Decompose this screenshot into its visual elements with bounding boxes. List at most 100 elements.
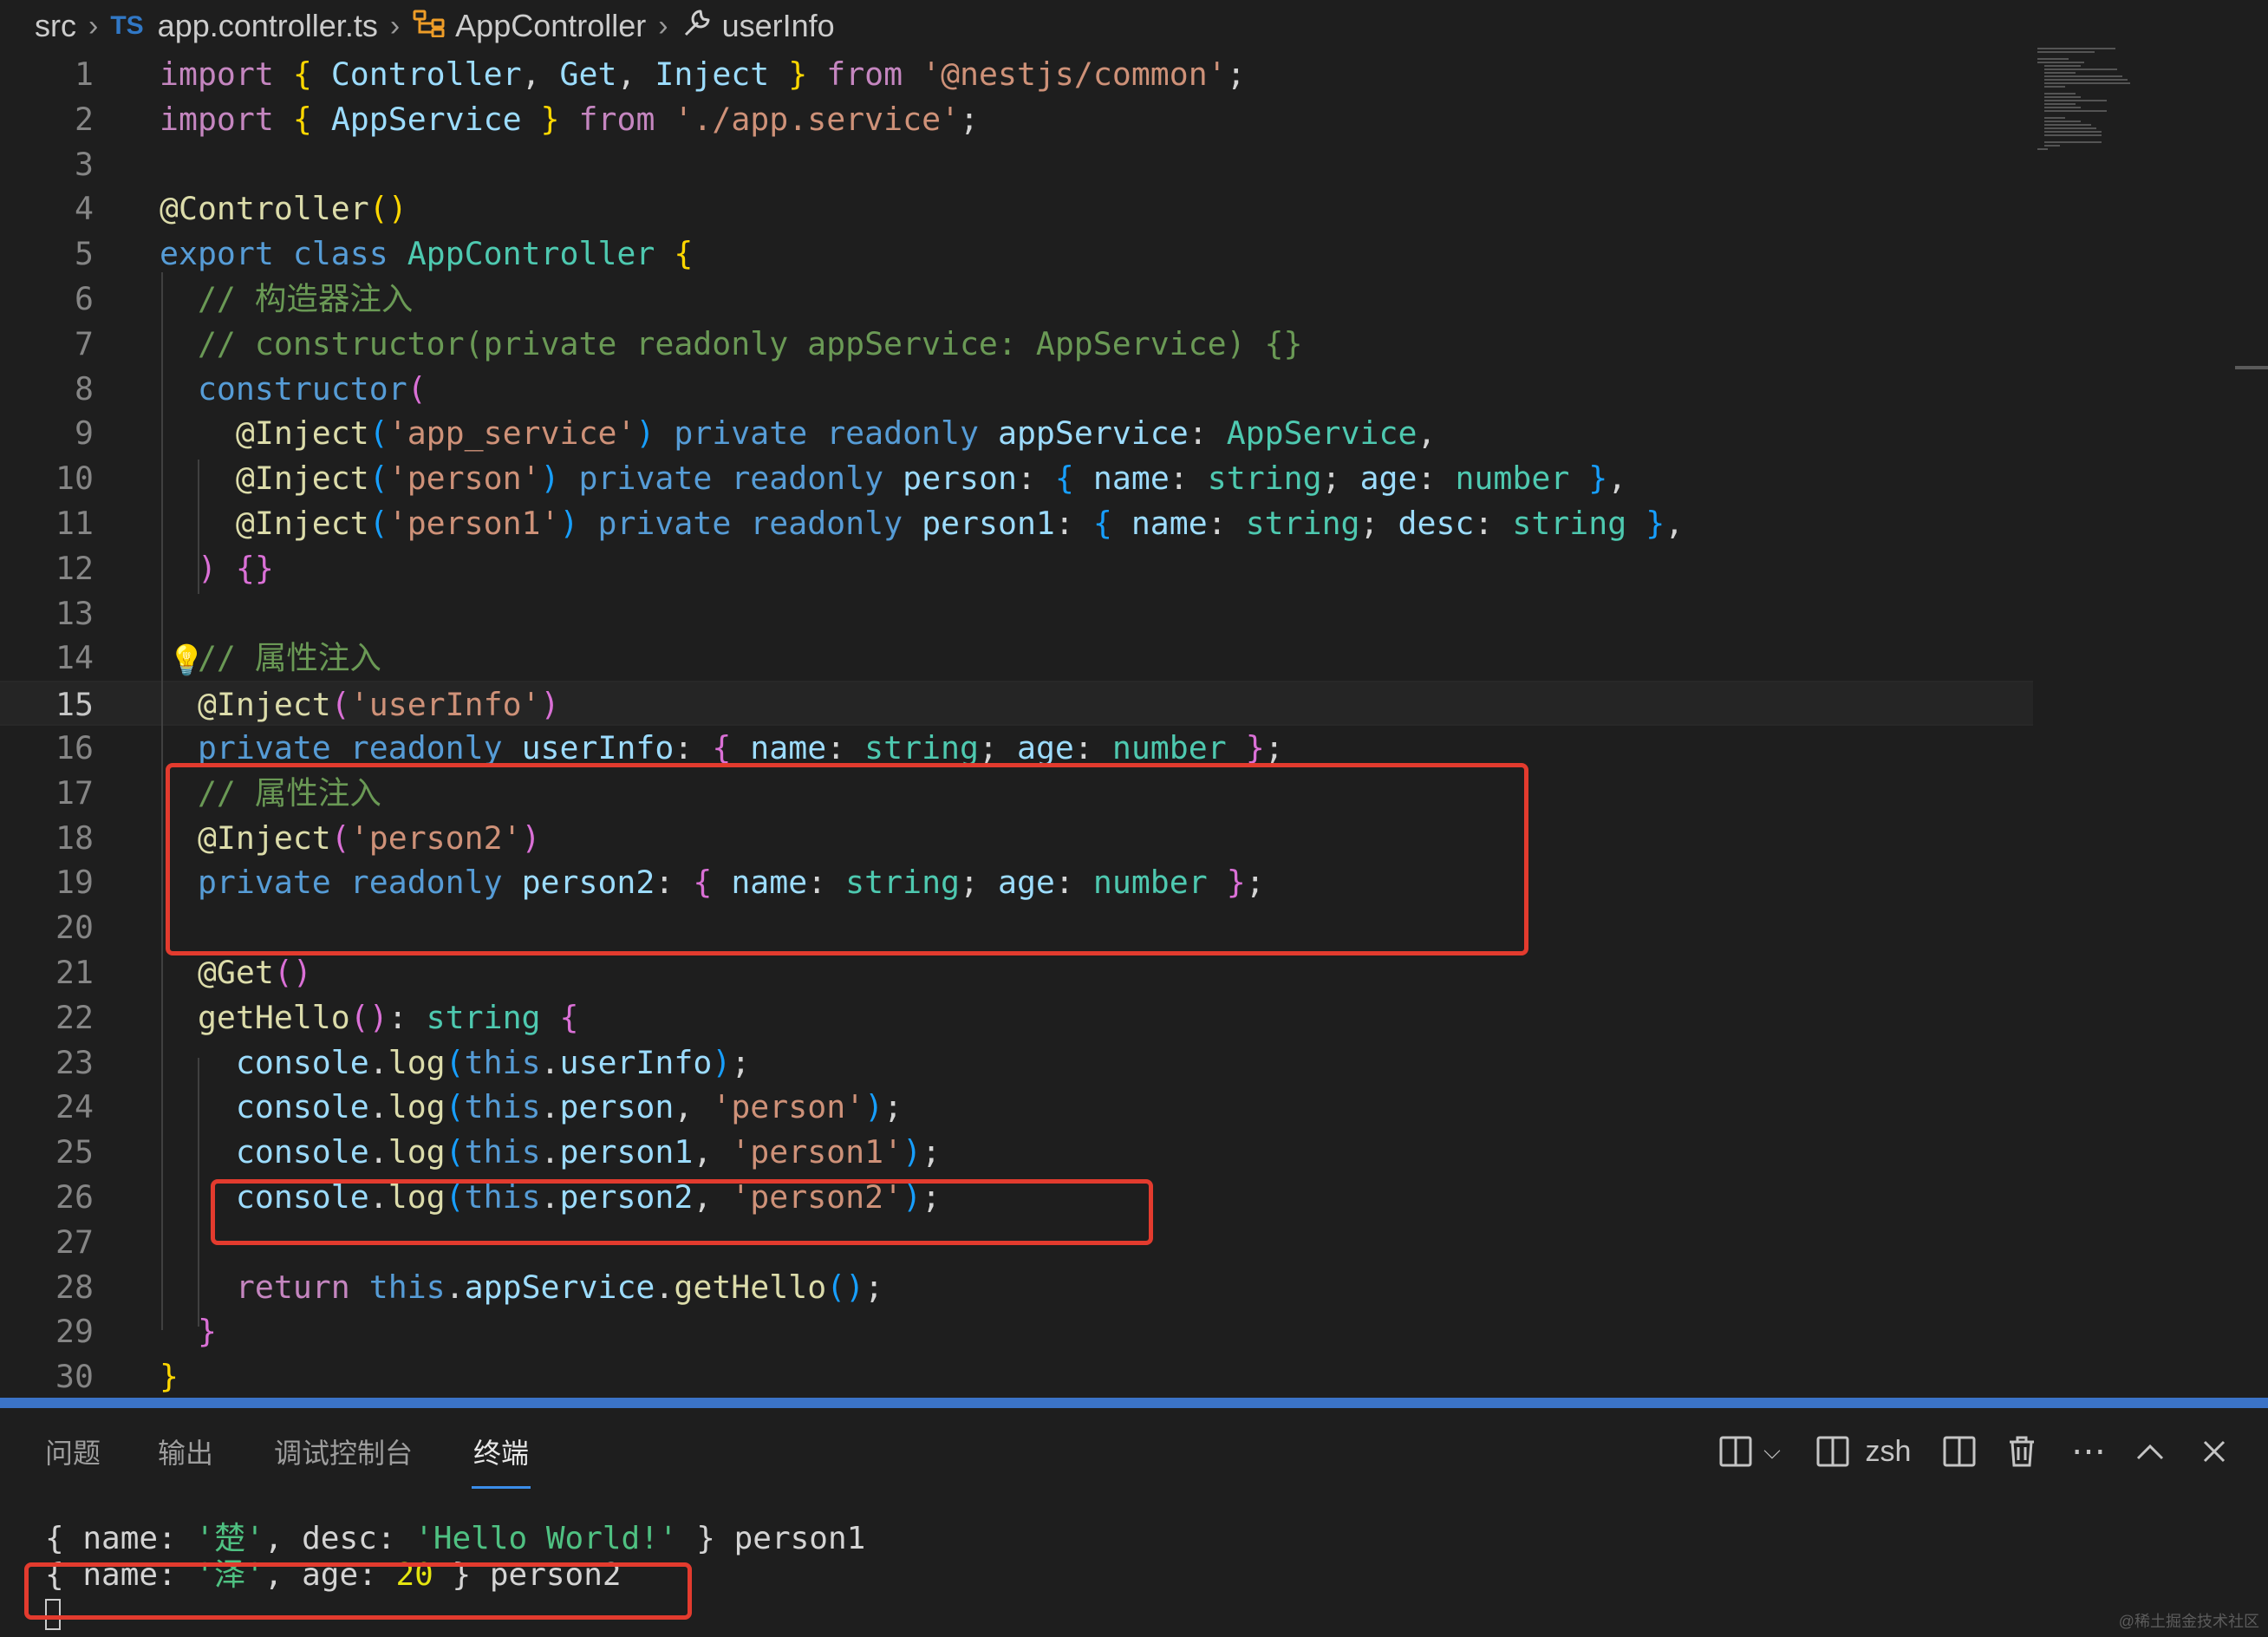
breadcrumb-folder[interactable]: src: [35, 8, 76, 44]
code-line[interactable]: 13: [0, 591, 2033, 636]
code-token: log: [388, 1043, 446, 1081]
line-number[interactable]: 15: [0, 682, 94, 727]
indent-guide: [198, 460, 199, 594]
line-number[interactable]: 5: [0, 232, 94, 277]
tab-terminal[interactable]: 终端: [472, 1432, 531, 1489]
code-token: :: [1169, 460, 1208, 498]
line-number[interactable]: 19: [0, 860, 94, 905]
lightbulb-icon[interactable]: 💡: [168, 638, 205, 683]
more-actions-icon[interactable]: ⋯: [2067, 1427, 2110, 1476]
close-panel-icon[interactable]: [2195, 1427, 2233, 1476]
code-token: readonly: [349, 729, 503, 766]
code-token: appService: [464, 1268, 655, 1306]
code-token: {: [292, 100, 312, 138]
line-number[interactable]: 3: [0, 142, 94, 187]
highlight-box-person2-log: [211, 1179, 1153, 1245]
code-token: }: [1646, 505, 1665, 542]
tab-problems[interactable]: 问题: [45, 1432, 101, 1471]
trash-icon[interactable]: [2003, 1427, 2041, 1476]
code-line[interactable]: 21 @Get(): [0, 950, 2033, 995]
chevron-down-icon[interactable]: ⌵: [1755, 1427, 1789, 1476]
line-number[interactable]: 28: [0, 1265, 94, 1310]
code-line[interactable]: 8 constructor(: [0, 367, 2033, 412]
code-line[interactable]: 30}: [0, 1354, 2033, 1399]
terminal-instance-icon[interactable]: [1814, 1427, 1852, 1476]
code-line[interactable]: 14 // 属性注入: [0, 636, 2033, 681]
code-token: .: [540, 1043, 560, 1081]
code-line[interactable]: 6 // 构造器注入: [0, 277, 2033, 322]
code-line[interactable]: 12 ) {}: [0, 546, 2033, 591]
line-number[interactable]: 27: [0, 1220, 94, 1265]
tab-output[interactable]: 输出: [158, 1432, 213, 1471]
line-number[interactable]: 14: [0, 636, 94, 681]
code-line[interactable]: 1 import { Controller, Get, Inject } from…: [0, 52, 2033, 97]
line-number[interactable]: 12: [0, 546, 94, 591]
code-token: :: [1207, 505, 1246, 542]
line-number[interactable]: 9: [0, 411, 94, 456]
maximize-panel-icon[interactable]: [2131, 1427, 2169, 1476]
line-number[interactable]: 21: [0, 950, 94, 995]
line-number[interactable]: 29: [0, 1309, 94, 1354]
code-token: (: [445, 1088, 465, 1126]
line-number[interactable]: 30: [0, 1354, 94, 1399]
tab-debug-console[interactable]: 调试控制台: [274, 1432, 413, 1471]
code-token: :: [674, 729, 713, 766]
line-number[interactable]: 18: [0, 816, 94, 861]
code-line[interactable]: 22 getHello(): string {: [0, 995, 2033, 1040]
code-line[interactable]: 5 export class AppController {: [0, 232, 2033, 277]
line-number[interactable]: 1: [0, 52, 94, 97]
scrollbar-marker[interactable]: [2235, 366, 2268, 369]
panel-resize-border[interactable]: [0, 1398, 2268, 1408]
breadcrumb-class[interactable]: AppController: [455, 8, 646, 44]
line-number[interactable]: 11: [0, 501, 94, 546]
code-line[interactable]: 9 @Inject('app_service') private readonl…: [0, 411, 2033, 456]
code-line[interactable]: 4 @Controller(): [0, 186, 2033, 232]
line-number[interactable]: 10: [0, 456, 94, 501]
code-token: {: [559, 998, 579, 1036]
code-line[interactable]: 7 // constructor(private readonly appSer…: [0, 322, 2033, 367]
code-line[interactable]: 11 @Inject('person1') private readonly p…: [0, 501, 2033, 546]
code-line[interactable]: 29 }: [0, 1309, 2033, 1354]
code-token: import: [160, 55, 274, 93]
line-number[interactable]: 20: [0, 905, 94, 950]
code-line[interactable]: 24 console.log(this.person, 'person');: [0, 1085, 2033, 1130]
line-number[interactable]: 6: [0, 277, 94, 322]
split-terminal-icon[interactable]: [1940, 1427, 1978, 1476]
code-line[interactable]: 2 import { AppService } from './app.servi…: [0, 97, 2033, 142]
line-number[interactable]: 4: [0, 186, 94, 232]
breadcrumb-member[interactable]: userInfo: [722, 8, 835, 44]
code-line[interactable]: 23 console.log(this.userInfo);: [0, 1040, 2033, 1086]
line-number[interactable]: 7: [0, 322, 94, 367]
code-line[interactable]: 28 return this.appService.getHello();: [0, 1265, 2033, 1310]
line-number[interactable]: 25: [0, 1130, 94, 1175]
panel-tabs: 问题 输出 调试控制台 终端: [0, 1408, 531, 1495]
minimap[interactable]: [2037, 48, 2185, 160]
code-token: @Inject: [197, 686, 331, 724]
line-number[interactable]: 17: [0, 771, 94, 816]
line-number[interactable]: 24: [0, 1085, 94, 1130]
terminal-shell-label[interactable]: zsh: [1862, 1427, 1914, 1476]
line-number[interactable]: 8: [0, 367, 94, 412]
code-text: getHello(): string {: [160, 995, 579, 1040]
minimap-line: [2044, 110, 2107, 112]
line-number[interactable]: 16: [0, 726, 94, 771]
code-line[interactable]: 25 console.log(this.person1, 'person1');: [0, 1130, 2033, 1175]
code-line[interactable]: 10 @Inject('person') private readonly pe…: [0, 456, 2033, 501]
line-number[interactable]: 22: [0, 995, 94, 1040]
code-token: appService: [997, 414, 1189, 453]
code-token: :: [826, 729, 865, 766]
line-number[interactable]: 26: [0, 1175, 94, 1220]
line-number[interactable]: 13: [0, 591, 94, 636]
code-line[interactable]: 15 @Inject('userInfo'): [0, 681, 2033, 727]
code-token: ): [903, 1133, 922, 1171]
new-terminal-layout-icon[interactable]: [1717, 1427, 1755, 1476]
line-number[interactable]: 23: [0, 1040, 94, 1086]
code-token: private: [597, 505, 732, 542]
code-line[interactable]: 3: [0, 142, 2033, 187]
breadcrumb-file[interactable]: app.controller.ts: [158, 8, 378, 44]
line-number[interactable]: 2: [0, 97, 94, 142]
chevron-right-icon: ›: [88, 9, 99, 42]
